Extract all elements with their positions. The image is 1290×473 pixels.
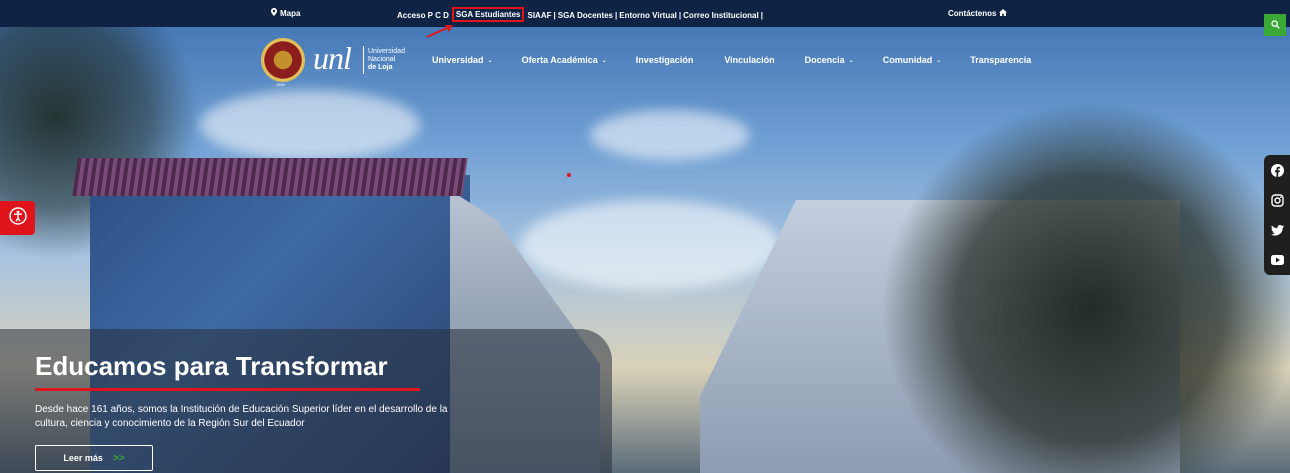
nav-docencia[interactable]: Docencia ⌄ (805, 55, 854, 65)
contact-label: Contáctenos (948, 9, 997, 18)
nav-oferta-academica[interactable]: Oferta Académica ⌄ (522, 55, 607, 65)
chevron-down-icon: ⌄ (936, 57, 942, 64)
accessibility-button[interactable] (0, 201, 35, 235)
mapa-link[interactable]: Mapa (271, 8, 300, 18)
nav-investigacion[interactable]: Investigación (636, 55, 694, 65)
nav-label: Comunidad (882, 55, 933, 65)
main-nav: Universidad ⌄ Oferta Académica ⌄ Investi… (432, 55, 1031, 65)
nav-label: Oferta Académica (521, 55, 598, 65)
separator: | (678, 11, 682, 20)
unl-logo[interactable]: unl (313, 40, 352, 77)
chevron-down-icon: ⌄ (487, 57, 493, 64)
nav-comunidad[interactable]: Comunidad ⌄ (883, 55, 942, 65)
chevron-down-icon: ⌄ (848, 57, 854, 64)
search-icon (1270, 16, 1280, 34)
search-button[interactable] (1264, 14, 1286, 36)
correo-institucional-link[interactable]: Correo Institucional (683, 11, 759, 20)
carousel-indicator[interactable] (567, 173, 571, 177)
logo-text: Universidad Nacional de Loja (368, 48, 405, 72)
university-seal-logo[interactable] (261, 38, 305, 82)
logo-line-1: Universidad (368, 48, 405, 55)
hero-title: Educamos para Transformar (35, 351, 388, 381)
instagram-icon[interactable] (1264, 185, 1290, 215)
sga-estudiantes-link[interactable]: SGA Estudiantes (451, 7, 525, 22)
nav-transparencia[interactable]: Transparencia (970, 55, 1031, 65)
logo-divider (363, 46, 364, 74)
mapa-label: Mapa (280, 8, 301, 18)
map-pin-icon (271, 8, 277, 18)
chevron-down-icon: ⌄ (601, 57, 607, 64)
social-bar (1264, 155, 1290, 275)
leer-mas-label: Leer más (63, 453, 103, 463)
double-arrow-icon: >> (112, 452, 125, 464)
nav-vinculacion[interactable]: Vinculación (724, 55, 774, 65)
accessibility-icon (8, 206, 27, 230)
separator: | (553, 11, 556, 20)
nav-label: Universidad (432, 55, 484, 65)
annotation-arrow-icon (426, 25, 453, 38)
nav-label: Investigación (635, 55, 694, 65)
utility-bar: Mapa Acceso P C D SGA Estudiantes SIAAF … (0, 0, 1290, 27)
twitter-icon[interactable] (1264, 215, 1290, 245)
contact-link[interactable]: Contáctenos (948, 9, 1008, 18)
leer-mas-button[interactable]: Leer más >> (35, 445, 153, 471)
sga-docentes-link[interactable]: SGA Docentes (558, 11, 613, 20)
cloud (590, 110, 750, 160)
separator: | (615, 11, 618, 20)
logo-year: 1859 (276, 82, 285, 87)
hero-title-underline (35, 388, 420, 391)
home-icon (999, 9, 1008, 18)
cloud (520, 200, 780, 290)
logo-line-2: Nacional (368, 56, 396, 63)
nav-label: Transparencia (970, 55, 1032, 65)
nav-label: Docencia (804, 55, 845, 65)
siaaf-link[interactable]: SIAAF (527, 11, 551, 20)
nav-universidad[interactable]: Universidad ⌄ (432, 55, 493, 65)
facebook-icon[interactable] (1264, 155, 1290, 185)
entorno-virtual-link[interactable]: Entorno Virtual (619, 11, 677, 20)
cloud (200, 90, 420, 160)
nav-label: Vinculación (724, 55, 775, 65)
logo-line-3: de Loja (368, 64, 393, 71)
building-roof (72, 158, 468, 196)
utility-links: Acceso P C D SGA Estudiantes SIAAF | SGA… (397, 7, 765, 23)
hero-description: Desde hace 161 años, somos la Institució… (35, 404, 448, 429)
youtube-icon[interactable] (1264, 245, 1290, 275)
separator: | (760, 11, 763, 20)
acceso-pcd-link[interactable]: Acceso P C D (397, 11, 449, 20)
tree (880, 100, 1290, 473)
